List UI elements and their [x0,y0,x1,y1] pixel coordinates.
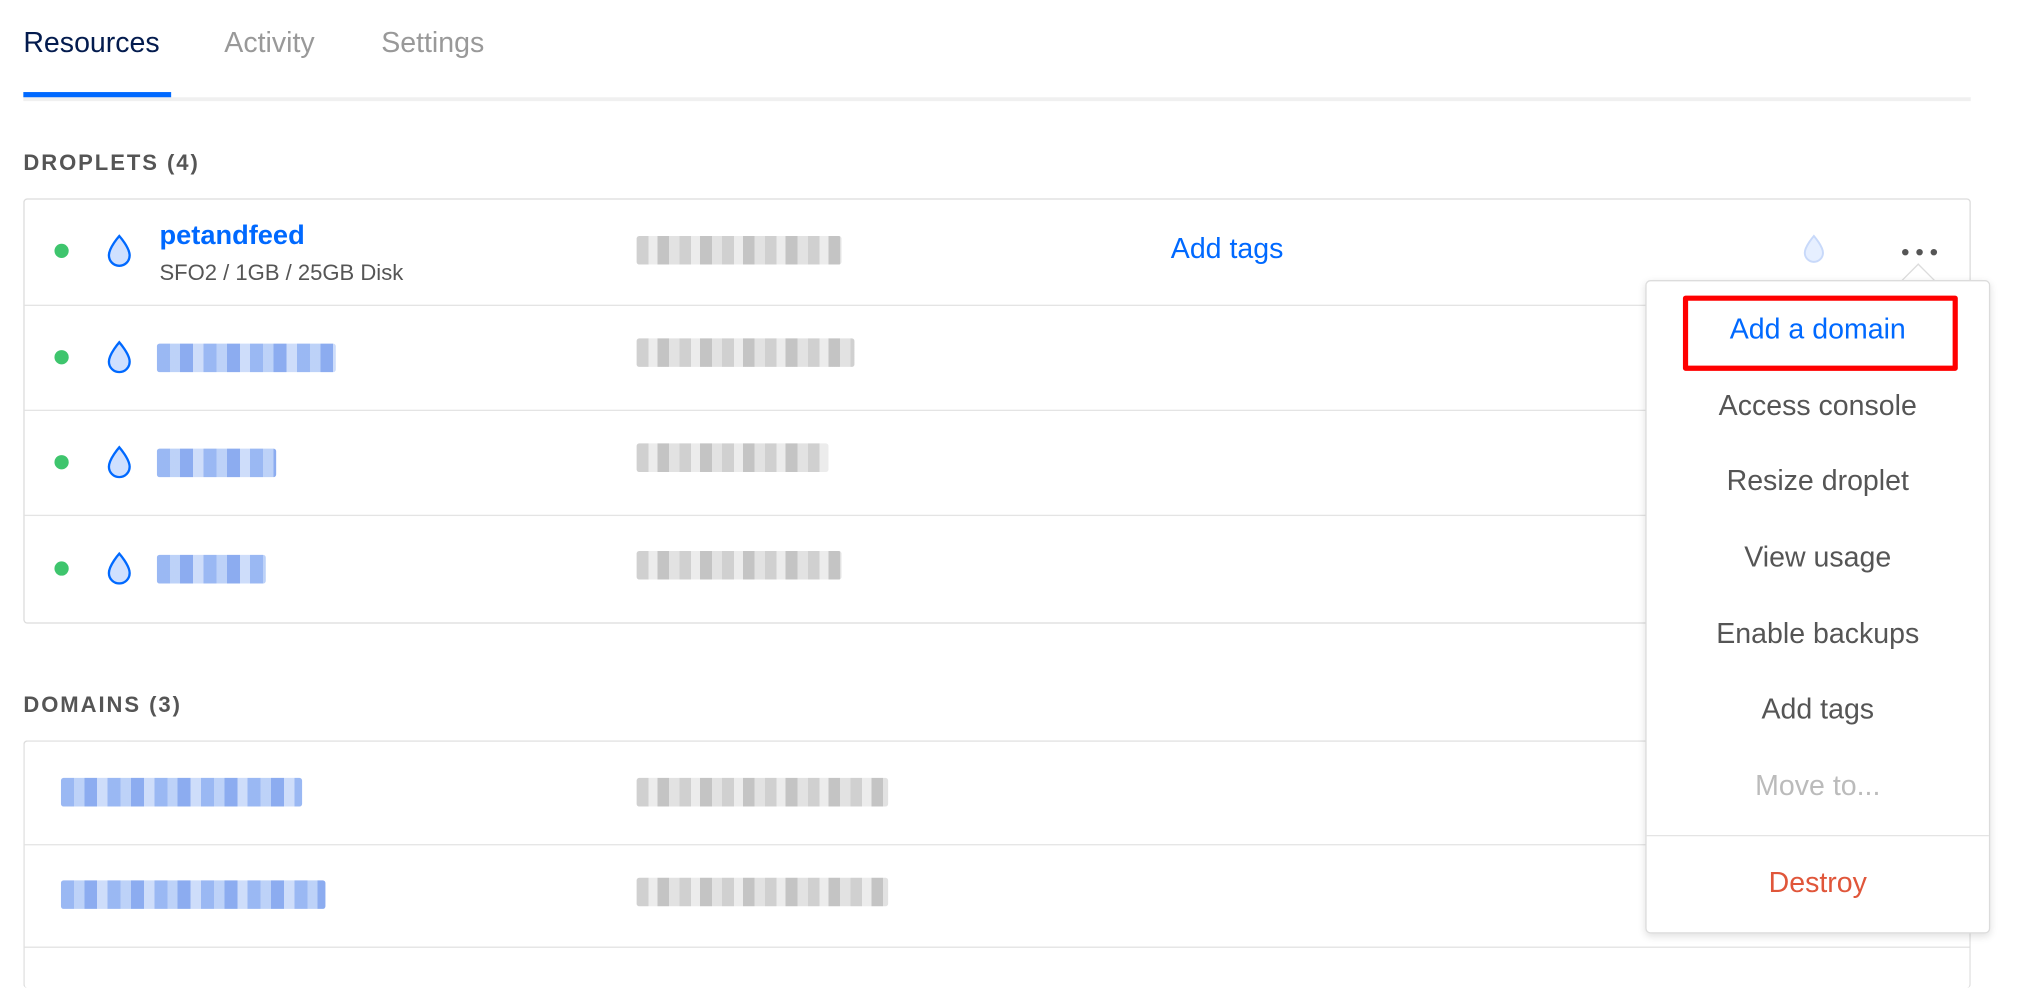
menu-item-add-domain[interactable]: Add a domain [1647,312,1989,346]
tab-activity[interactable]: Activity [224,26,314,60]
domain-name-redacted[interactable] [60,880,326,909]
menu-item-destroy[interactable]: Destroy [1647,866,1989,900]
status-active-icon [54,455,69,470]
droplet-icon [107,234,131,267]
droplet-name-redacted[interactable] [156,448,277,478]
droplet-ip-redacted [636,235,842,265]
droplet-name-redacted[interactable] [156,554,266,584]
tab-resources[interactable]: Resources [23,26,159,60]
menu-item-view-usage[interactable]: View usage [1647,541,1989,575]
menu-item-resize-droplet[interactable]: Resize droplet [1647,464,1989,498]
droplet-ip-redacted [636,551,842,580]
domain-row[interactable] [24,946,1970,989]
droplet-ip-redacted [636,443,829,472]
add-tags-link[interactable]: Add tags [1171,232,1284,266]
droplet-name-link[interactable]: petandfeed [159,220,304,251]
tab-settings[interactable]: Settings [381,26,484,60]
droplet-name-redacted[interactable] [156,343,336,373]
droplet-icon [107,340,131,374]
menu-divider [1646,834,1989,837]
status-active-icon [54,350,69,365]
droplet-meta: SFO2 / 1GB / 25GB Disk [159,260,404,286]
droplets-section-title: DROPLETS (4) [23,150,200,176]
domain-name-redacted[interactable] [60,777,303,807]
menu-item-access-console[interactable]: Access console [1647,389,1989,423]
droplet-icon [107,551,131,585]
status-active-icon [54,243,69,259]
droplet-ip-redacted [636,338,855,367]
active-tab-indicator [23,92,172,98]
menu-item-add-tags[interactable]: Add tags [1647,692,1989,726]
status-active-icon [54,561,69,576]
domains-section-title: DOMAINS (3) [23,692,182,717]
tab-bar: Resources Activity Settings [23,0,1971,102]
domain-records-redacted [636,877,889,907]
domain-records-redacted [636,777,889,807]
droplet-actions-menu: Add a domain Access console Resize dropl… [1645,280,1991,934]
menu-item-move-to: Move to... [1755,768,1881,802]
droplet-faint-icon [1803,234,1824,263]
droplet-icon [107,445,131,479]
menu-item-enable-backups[interactable]: Enable backups [1647,617,1989,651]
more-actions-button[interactable] [1902,246,1941,259]
resources-page: Resources Activity Settings DROPLETS (4)… [0,0,2033,988]
